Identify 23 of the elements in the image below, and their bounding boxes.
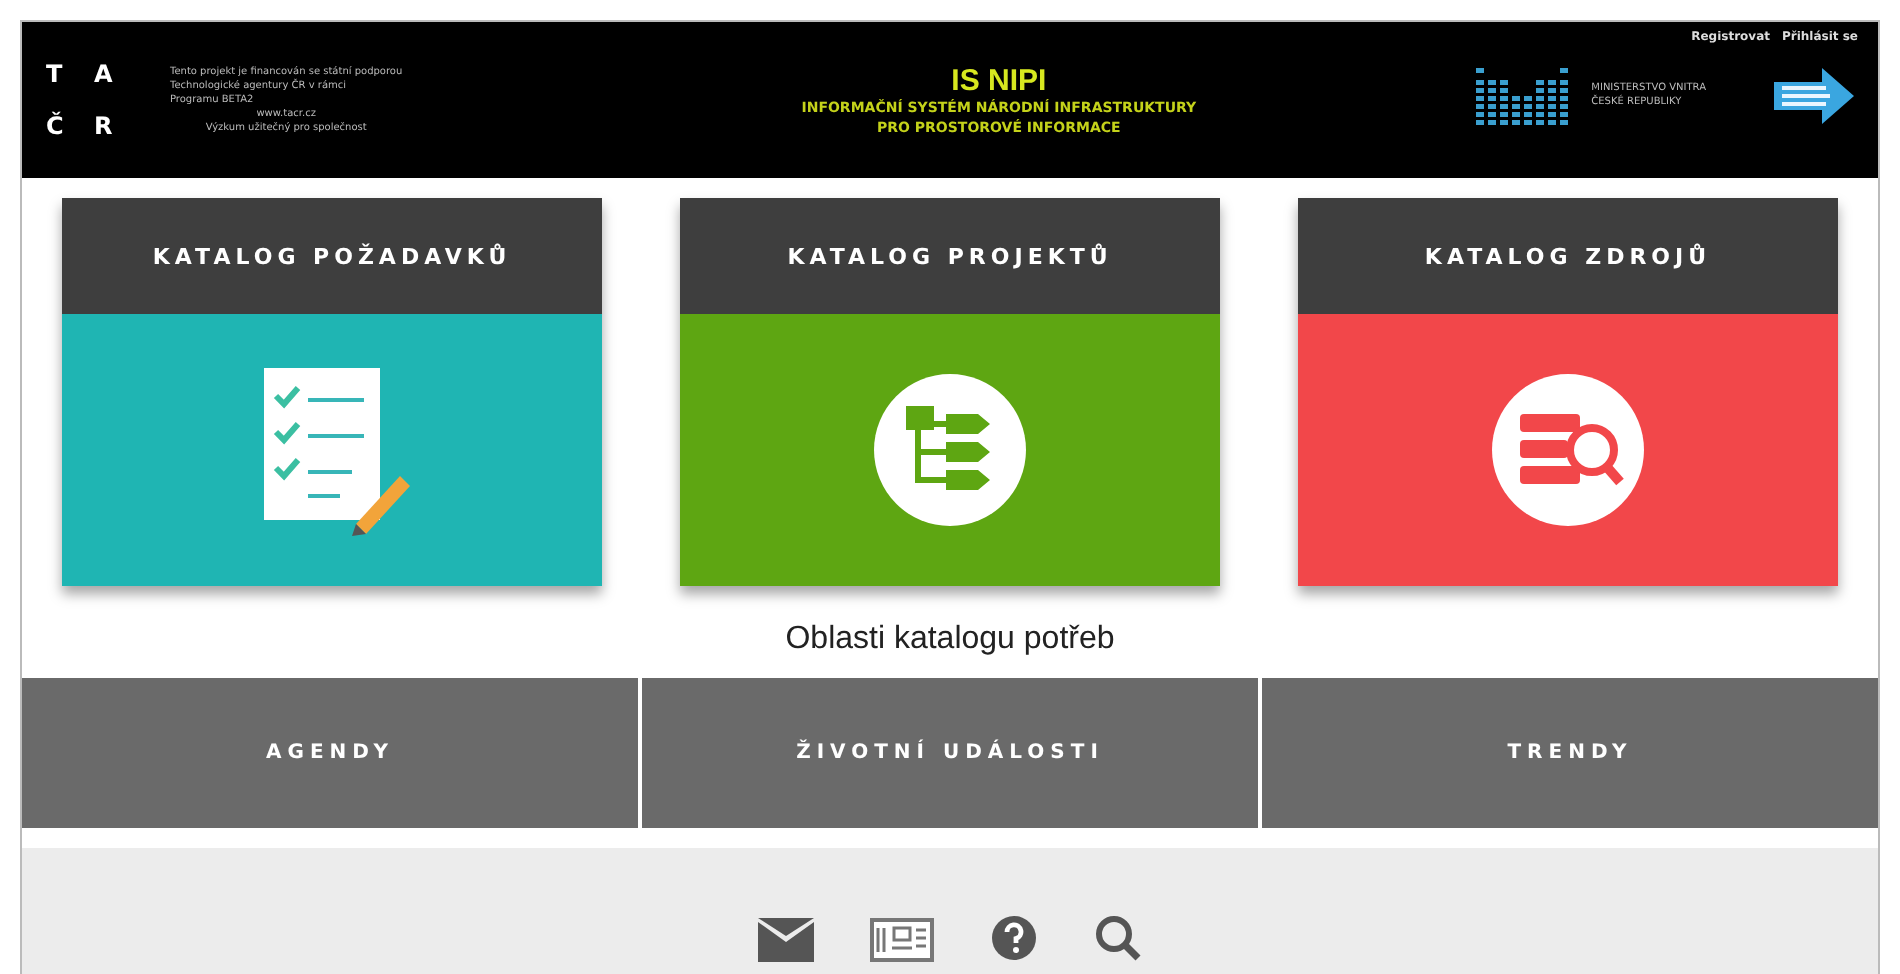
catalog-card[interactable]: KATALOG ZDROJŮ: [1298, 198, 1838, 586]
catalog-title: KATALOG ZDROJŮ: [1424, 243, 1712, 269]
mail-icon[interactable]: [758, 918, 814, 962]
ministry-logo-icon: [1475, 64, 1568, 128]
logo-letter: R: [94, 112, 115, 140]
database-search-icon: [1488, 370, 1648, 530]
catalog-title: KATALOG PROJEKTŮ: [787, 243, 1113, 269]
catalog-card[interactable]: KATALOG PROJEKTŮ: [680, 198, 1220, 586]
catalog-title: KATALOG POŽADAVKŮ: [152, 243, 512, 269]
site-title: IS NIPI: [951, 63, 1047, 97]
help-icon[interactable]: [990, 914, 1038, 962]
search-icon[interactable]: [1094, 914, 1142, 962]
logo-letter: A: [94, 60, 115, 88]
logo-letter: Č: [46, 112, 66, 140]
area-button[interactable]: AGENDY: [22, 678, 638, 828]
arrow-icon[interactable]: [1770, 66, 1858, 126]
catalog-card[interactable]: KATALOG POŽADAVKŮ: [62, 198, 602, 586]
tree-diagram-icon: [870, 370, 1030, 530]
logo-letter: T: [46, 60, 65, 88]
id-card-icon[interactable]: [870, 918, 934, 962]
area-button[interactable]: ŽIVOTNÍ UDÁLOSTI: [642, 678, 1258, 828]
area-button[interactable]: TRENDY: [1262, 678, 1878, 828]
section-title: Oblasti katalogu potřeb: [783, 622, 1117, 658]
